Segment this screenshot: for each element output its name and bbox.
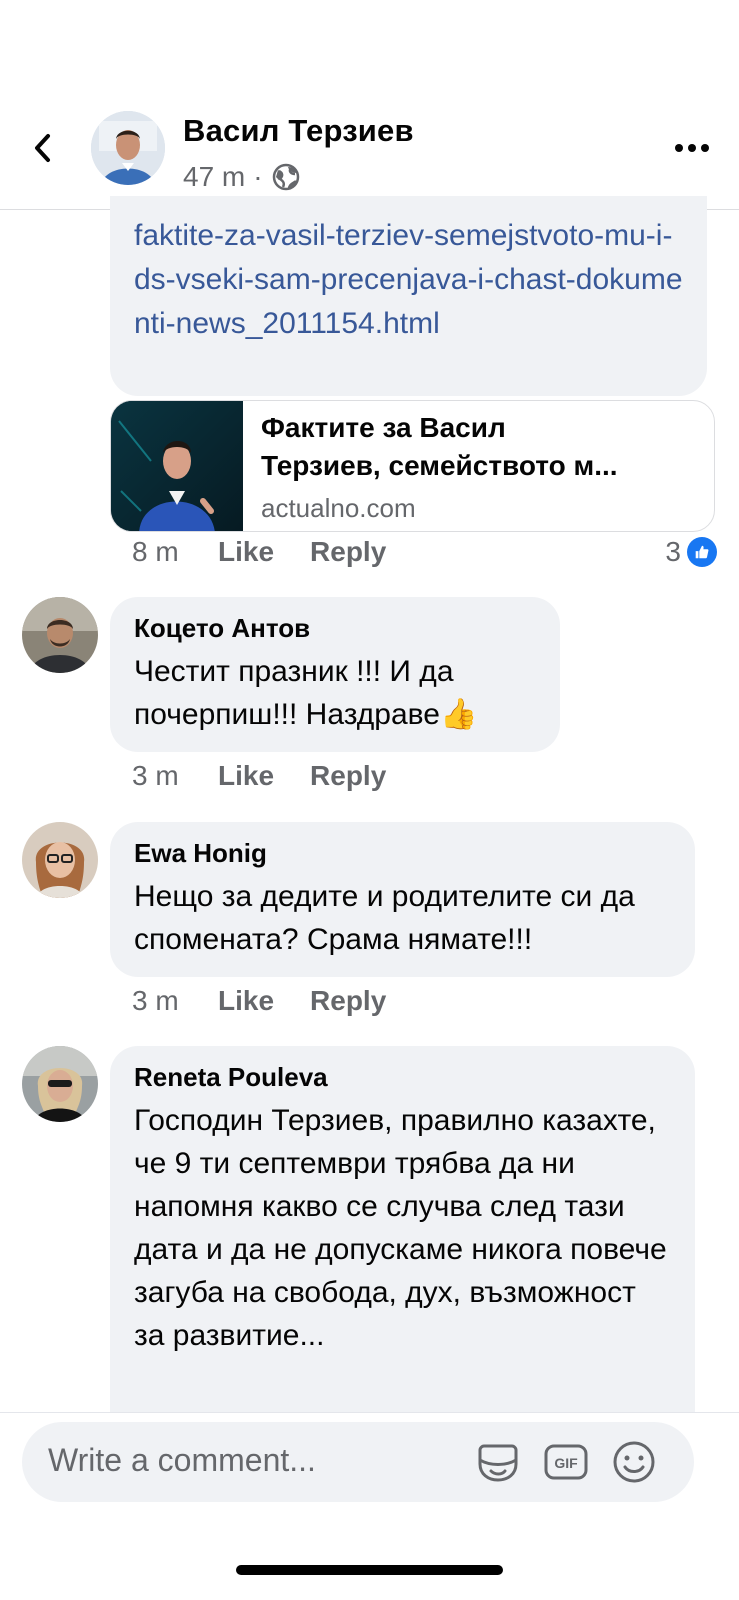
comment-bubble: Коцето Антов Честит празник !!! И да поч… [110, 597, 560, 752]
comment-actions: 3 m Like Reply [132, 983, 422, 1019]
meta-separator: · [253, 161, 263, 192]
avatar[interactable] [22, 822, 98, 898]
comment-link[interactable]: faktite-za-vasil-terziev-semejstvoto-mu-… [134, 214, 683, 346]
home-indicator[interactable] [236, 1565, 503, 1575]
comment-author[interactable]: Reneta Pouleva [134, 1062, 671, 1093]
more-options-icon[interactable] [675, 138, 711, 158]
link-preview-image [111, 401, 243, 531]
emoji-icon[interactable] [610, 1438, 658, 1486]
like-button[interactable]: Like [218, 536, 274, 568]
gif-icon[interactable]: GIF [542, 1438, 590, 1486]
comment-bubble-link: faktite-za-vasil-terziev-semejstvoto-mu-… [110, 196, 707, 396]
sticker-icon[interactable] [474, 1438, 522, 1486]
reaction-count: 3 [665, 536, 681, 567]
comment-text: Господин Терзиев, правилно казахте, че 9… [134, 1104, 667, 1352]
comment-time: 8 m [132, 536, 179, 567]
comment-text: Нещо за дедите и родителите си да спомен… [134, 880, 635, 956]
gif-label: GIF [554, 1455, 578, 1471]
comment-actions: 3 m Like Reply [132, 758, 422, 794]
reply-button[interactable]: Reply [310, 760, 386, 792]
like-button[interactable]: Like [218, 760, 274, 792]
like-button[interactable]: Like [218, 985, 274, 1017]
author-name[interactable]: Васил Терзиев [183, 113, 414, 149]
avatar[interactable] [22, 1046, 98, 1122]
comment-composer[interactable]: Write a comment... GIF [22, 1422, 694, 1502]
avatar[interactable] [22, 597, 98, 673]
like-reaction-icon [687, 537, 717, 567]
reply-button[interactable]: Reply [310, 985, 386, 1017]
reaction-summary[interactable]: 3 [665, 534, 717, 570]
comment-actions: 8 m Like Reply [132, 534, 422, 570]
globe-icon [271, 162, 301, 192]
reply-button[interactable]: Reply [310, 536, 386, 568]
link-preview-card[interactable]: Фактите за Васил Терзиев, семейството м.… [110, 400, 715, 532]
link-preview-title: Фактите за Васил Терзиев, семейството м.… [261, 412, 618, 481]
back-icon[interactable] [28, 128, 58, 168]
comment-bubble: Reneta Pouleva Господин Терзиев, правилн… [110, 1046, 695, 1426]
post-meta: 47 m · [183, 161, 301, 193]
post-header: Васил Терзиев 47 m · [0, 0, 739, 210]
comment-time: 3 m [132, 760, 179, 791]
comment-bubble: Ewa Honig Нещо за дедите и родителите си… [110, 822, 695, 977]
comment-time: 3 m [132, 985, 179, 1016]
link-preview-domain: actualno.com [261, 493, 416, 523]
comment-author[interactable]: Ewa Honig [134, 838, 671, 869]
comment-author[interactable]: Коцето Антов [134, 613, 536, 644]
comment-input[interactable]: Write a comment... [48, 1442, 316, 1479]
comment-text: Честит празник !!! И да почерпиш!!! Назд… [134, 655, 478, 731]
post-time: 47 m [183, 161, 246, 192]
author-avatar[interactable] [91, 111, 165, 185]
